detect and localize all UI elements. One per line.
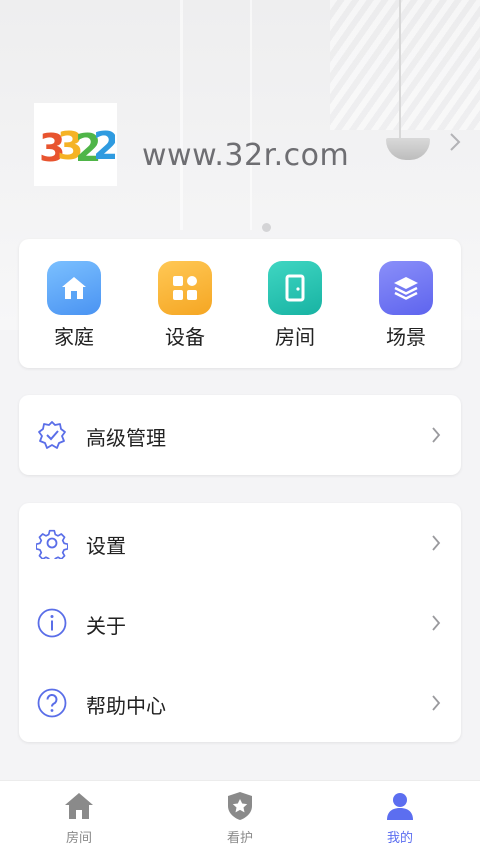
shield-star-icon xyxy=(228,792,252,820)
door-icon xyxy=(268,261,322,315)
info-icon xyxy=(37,608,67,638)
chevron-right-icon xyxy=(432,615,441,631)
site-logo: 3 3 2 2 xyxy=(39,124,115,169)
shield-check-icon xyxy=(38,421,66,449)
page-indicator xyxy=(262,223,271,232)
svg-text:2: 2 xyxy=(93,124,115,168)
chevron-right-icon[interactable] xyxy=(448,132,462,152)
home-icon xyxy=(47,261,101,315)
chevron-right-icon xyxy=(432,695,441,711)
tab-care[interactable]: 看护 xyxy=(200,789,280,846)
chevron-right-icon xyxy=(432,427,441,443)
quick-action-devices[interactable]: 设备 xyxy=(145,261,225,350)
tab-mine[interactable]: 我的 xyxy=(360,789,440,846)
menu-item-about[interactable]: 关于 xyxy=(19,583,461,663)
help-icon xyxy=(37,688,67,718)
menu-item-settings[interactable]: 设置 xyxy=(19,503,461,583)
quick-action-family[interactable]: 家庭 xyxy=(34,261,114,350)
quick-actions-card: 家庭 设备 房间 场景 xyxy=(19,239,461,368)
avatar[interactable]: 3 3 2 2 xyxy=(34,103,117,186)
profile-header[interactable]: 3 3 2 2 www.32r.com xyxy=(0,0,480,232)
quick-action-rooms[interactable]: 房间 xyxy=(255,261,335,350)
menu-item-label: 设置 xyxy=(86,534,126,558)
menu-item-label: 关于 xyxy=(86,614,126,638)
advanced-management-label: 高级管理 xyxy=(86,426,166,450)
gear-icon xyxy=(36,529,68,559)
layers-icon xyxy=(379,261,433,315)
chevron-right-icon xyxy=(432,535,441,551)
user-icon xyxy=(387,793,413,820)
quick-action-scenes[interactable]: 场景 xyxy=(366,261,446,350)
menu-item-label: 帮助中心 xyxy=(86,694,166,718)
settings-menu-card: 设置 关于 帮助中心 xyxy=(19,503,461,742)
menu-item-help[interactable]: 帮助中心 xyxy=(19,663,461,743)
advanced-management-row[interactable]: 高级管理 xyxy=(19,395,461,475)
home-icon xyxy=(65,793,93,819)
advanced-management-card: 高级管理 xyxy=(19,395,461,475)
site-name: www.32r.com xyxy=(142,138,350,173)
tab-rooms[interactable]: 房间 xyxy=(39,789,119,846)
devices-grid-icon xyxy=(158,261,212,315)
bottom-tab-bar: 房间 看护 我的 xyxy=(0,780,480,853)
